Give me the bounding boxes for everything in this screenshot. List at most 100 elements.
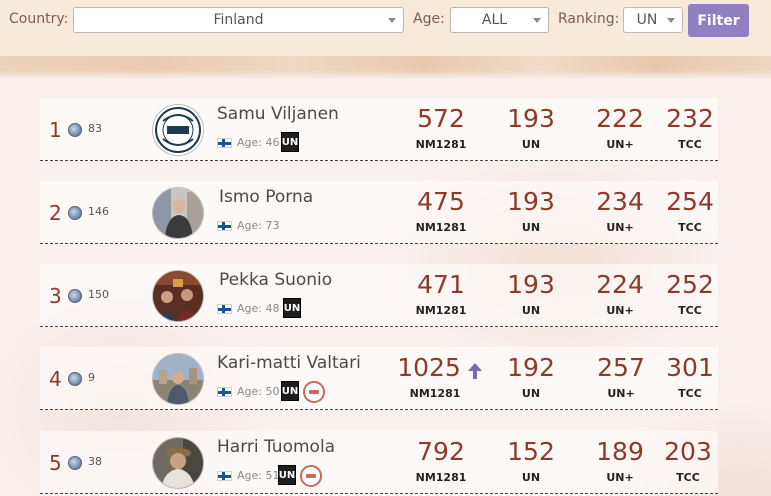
nm-score-label: NM1281 bbox=[415, 304, 467, 317]
traveler-name[interactable]: Harri Tuomola bbox=[217, 437, 335, 457]
finland-flag-icon bbox=[217, 471, 232, 481]
un-badge-icon: UN bbox=[278, 465, 296, 485]
traveler-name[interactable]: Samu Viljanen bbox=[217, 104, 339, 124]
ranking-row[interactable]: 3 150 Pekka Suonio Age: 48 UN 471 NM1281… bbox=[40, 264, 718, 327]
finland-flag-icon bbox=[217, 387, 232, 397]
nm-score: 572 bbox=[417, 104, 465, 133]
tcc-score-label: TCC bbox=[678, 221, 702, 234]
country-select[interactable]: Finland bbox=[73, 7, 404, 33]
unplus-score-label: UN+ bbox=[606, 138, 634, 151]
un-badge-icon: UN bbox=[283, 298, 301, 318]
nm-rank: 146 bbox=[88, 205, 109, 218]
avatar[interactable] bbox=[152, 104, 204, 156]
finland-flag-icon bbox=[217, 221, 232, 231]
globe-icon bbox=[68, 372, 82, 386]
avatar[interactable] bbox=[152, 187, 204, 239]
chevron-down-icon bbox=[388, 18, 396, 23]
nm-score: 792 bbox=[417, 437, 465, 466]
unplus-score: 224 bbox=[596, 270, 644, 299]
ranking-row[interactable]: 4 9 Kari-matti Valtari Age: 50 UN 1025 N… bbox=[40, 347, 718, 410]
tcc-score-label: TCC bbox=[678, 138, 702, 151]
nm-score-label: NM1281 bbox=[415, 138, 467, 151]
rank-number: 2 bbox=[49, 201, 62, 225]
traveler-name[interactable]: Kari-matti Valtari bbox=[217, 353, 361, 373]
ranking-row[interactable]: 5 38 Harri Tuomola Age: 51 UN 792 NM1281… bbox=[40, 431, 718, 494]
un-score-label: UN bbox=[521, 471, 541, 484]
nm-rank: 9 bbox=[88, 371, 95, 384]
chevron-down-icon bbox=[667, 18, 675, 23]
nm-score: 1025 bbox=[397, 353, 461, 382]
traveler-name[interactable]: Pekka Suonio bbox=[219, 270, 332, 290]
traveler-age: Age: 51 bbox=[237, 469, 280, 482]
un-score-label: UN bbox=[521, 304, 541, 317]
ranking-select[interactable]: UN bbox=[623, 7, 683, 33]
nm-score-label: NM1281 bbox=[415, 471, 467, 484]
tcc-score: 232 bbox=[666, 104, 714, 133]
nomad-badge-icon bbox=[300, 465, 322, 487]
ranking-row[interactable]: 2 146 Ismo Porna Age: 73 475 NM1281 193 … bbox=[40, 181, 718, 244]
un-score-label: UN bbox=[521, 221, 541, 234]
tcc-score: 252 bbox=[666, 270, 714, 299]
un-score-label: UN bbox=[521, 387, 541, 400]
unplus-score-label: UN+ bbox=[606, 221, 634, 234]
age-label: Age: bbox=[413, 11, 445, 27]
traveler-age: Age: 50 bbox=[237, 385, 280, 398]
traveler-age: Age: 46 bbox=[237, 136, 280, 149]
un-score: 152 bbox=[507, 437, 555, 466]
rank-number: 4 bbox=[49, 367, 62, 391]
nm-score-label: NM1281 bbox=[415, 221, 467, 234]
traveler-age: Age: 73 bbox=[237, 219, 280, 232]
nm-rank: 83 bbox=[88, 122, 102, 135]
unplus-score: 257 bbox=[597, 353, 645, 382]
country-select-value: Finland bbox=[213, 12, 264, 28]
country-label: Country: bbox=[9, 11, 69, 27]
rank-number: 3 bbox=[49, 284, 62, 308]
tcc-score: 254 bbox=[666, 187, 714, 216]
rank-number: 5 bbox=[49, 451, 62, 475]
tcc-score: 301 bbox=[666, 353, 714, 382]
nm-rank: 38 bbox=[88, 455, 102, 468]
ranking-select-value: UN bbox=[636, 12, 658, 28]
un-badge-icon: UN bbox=[281, 132, 299, 152]
nm-score: 471 bbox=[417, 270, 465, 299]
nm-score: 475 bbox=[417, 187, 465, 216]
globe-icon bbox=[68, 123, 82, 137]
traveler-age: Age: 48 bbox=[237, 302, 280, 315]
globe-icon bbox=[68, 456, 82, 470]
tcc-score-label: TCC bbox=[676, 471, 700, 484]
ranking-row[interactable]: 1 83 Samu Viljanen Age: 46 UN 572 NM1281… bbox=[40, 98, 718, 161]
finland-flag-icon bbox=[217, 304, 232, 314]
globe-icon bbox=[68, 206, 82, 220]
chevron-down-icon bbox=[533, 18, 541, 23]
avatar[interactable] bbox=[152, 353, 204, 405]
unplus-score-label: UN+ bbox=[607, 387, 635, 400]
un-score: 193 bbox=[507, 270, 555, 299]
tcc-score: 203 bbox=[664, 437, 712, 466]
map-banner bbox=[0, 56, 771, 80]
tcc-score-label: TCC bbox=[678, 304, 702, 317]
un-score-label: UN bbox=[521, 138, 541, 151]
un-badge-icon: UN bbox=[281, 381, 299, 401]
nm-score-label: NM1281 bbox=[409, 387, 461, 400]
un-score: 193 bbox=[507, 187, 555, 216]
age-select[interactable]: ALL bbox=[450, 7, 549, 33]
un-score: 193 bbox=[507, 104, 555, 133]
avatar[interactable] bbox=[152, 437, 204, 489]
unplus-score: 222 bbox=[596, 104, 644, 133]
traveler-name[interactable]: Ismo Porna bbox=[219, 187, 313, 207]
age-select-value: ALL bbox=[481, 12, 508, 28]
avatar[interactable] bbox=[152, 270, 204, 322]
un-score: 192 bbox=[507, 353, 555, 382]
ranking-label: Ranking: bbox=[558, 11, 620, 27]
unplus-score: 189 bbox=[596, 437, 644, 466]
unplus-score: 234 bbox=[596, 187, 644, 216]
globe-icon bbox=[68, 289, 82, 303]
trend-up-arrow-icon bbox=[468, 363, 482, 379]
nm-rank: 150 bbox=[88, 288, 109, 301]
finland-flag-icon bbox=[217, 138, 232, 148]
tcc-score-label: TCC bbox=[678, 387, 702, 400]
filter-button[interactable]: Filter bbox=[688, 4, 749, 37]
unplus-score-label: UN+ bbox=[606, 304, 634, 317]
nomad-badge-icon bbox=[303, 381, 325, 403]
unplus-score-label: UN+ bbox=[606, 471, 634, 484]
